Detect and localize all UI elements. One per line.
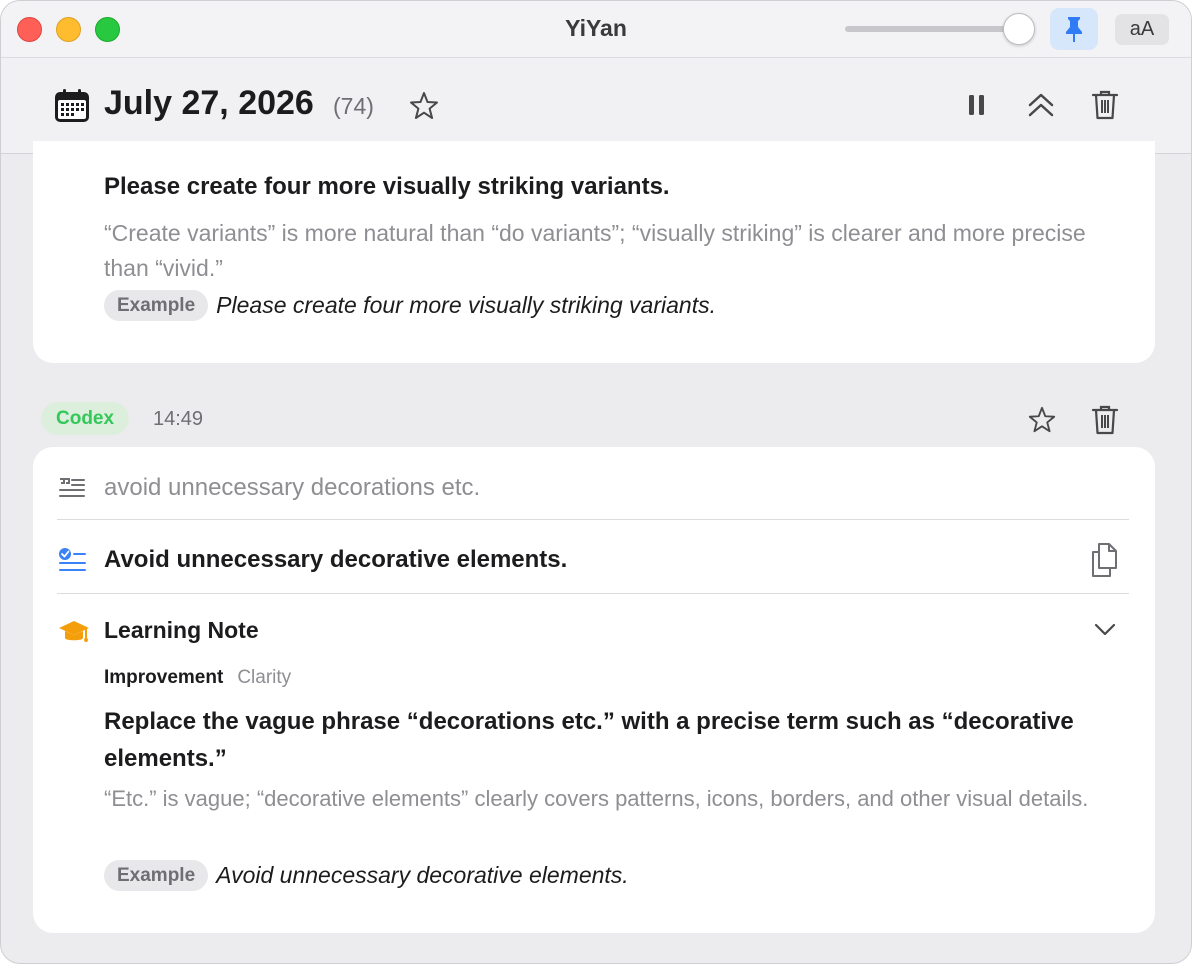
title-bar: YiYan aA bbox=[1, 1, 1191, 58]
checklist-icon bbox=[59, 548, 86, 571]
improvement-row: Improvement Clarity bbox=[104, 667, 291, 689]
star-icon[interactable] bbox=[408, 90, 440, 122]
original-text: avoid unnecessary decorations etc. bbox=[104, 474, 481, 501]
collapse-icon[interactable] bbox=[1027, 91, 1055, 119]
corrected-text[interactable]: Avoid unnecessary decorative elements. bbox=[104, 546, 567, 574]
entry-card-previous: Please create four more visually strikin… bbox=[33, 141, 1155, 363]
pause-icon[interactable] bbox=[967, 94, 987, 116]
explanation-text: “Create variants” is more natural than “… bbox=[104, 220, 1086, 281]
quote-icon bbox=[59, 478, 85, 497]
improvement-label: Improvement bbox=[104, 667, 224, 688]
improvement-category: Clarity bbox=[237, 667, 292, 688]
entry-time: 14:49 bbox=[153, 408, 204, 430]
learning-note-title: Learning Note bbox=[104, 617, 259, 643]
date-title: July 27, 2026 bbox=[104, 84, 314, 122]
calendar-icon bbox=[55, 89, 89, 122]
example-row: Example Avoid unnecessary decorative ele… bbox=[104, 860, 629, 891]
entry-meta-row: Codex 14:49 bbox=[41, 402, 1156, 438]
trash-icon[interactable] bbox=[1091, 89, 1119, 121]
example-pill: Example bbox=[104, 290, 209, 321]
app-window: YiYan aA July 27, 2026 (74) Please creat… bbox=[0, 0, 1192, 964]
divider bbox=[57, 519, 1129, 520]
entry-count: (74) bbox=[333, 93, 374, 119]
star-icon[interactable] bbox=[1027, 405, 1057, 435]
source-badge: Codex bbox=[41, 402, 130, 435]
font-size-button[interactable]: aA bbox=[1115, 14, 1169, 45]
pin-button[interactable] bbox=[1050, 8, 1098, 50]
day-header: July 27, 2026 (74) bbox=[1, 58, 1191, 154]
divider bbox=[57, 593, 1129, 594]
explanation-text: “Etc.” is vague; “decorative elements” c… bbox=[104, 786, 1089, 811]
corrected-text: Please create four more visually strikin… bbox=[104, 173, 670, 200]
example-pill: Example bbox=[104, 860, 209, 891]
graduation-cap-icon bbox=[59, 621, 89, 642]
pin-icon bbox=[1066, 17, 1082, 42]
entry-card: avoid unnecessary decorations etc. Avoid… bbox=[33, 447, 1155, 933]
copy-icon[interactable] bbox=[1090, 543, 1120, 577]
example-text: Avoid unnecessary decorative elements. bbox=[216, 862, 629, 888]
trash-icon[interactable] bbox=[1091, 404, 1119, 436]
example-row: Example Please create four more visually… bbox=[104, 290, 716, 321]
example-text: Please create four more visually strikin… bbox=[216, 292, 716, 318]
suggestion-text: Replace the vague phrase “decorations et… bbox=[104, 708, 1074, 772]
opacity-slider-track[interactable] bbox=[845, 26, 1017, 32]
chevron-down-icon[interactable] bbox=[1094, 623, 1116, 637]
opacity-slider-knob[interactable] bbox=[1003, 13, 1035, 45]
